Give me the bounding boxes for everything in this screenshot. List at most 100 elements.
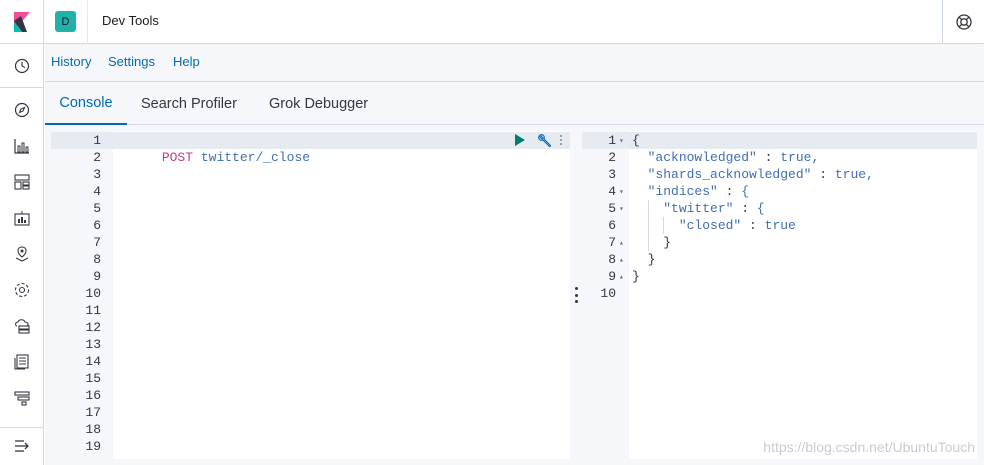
response-editor: 1 ▾{2 "acknowledged" : true, 3 "shards_ack… [582,131,977,459]
line-number-text: 10 [600,286,616,301]
code-token: "indices" [647,184,718,199]
request-editor[interactable]: 1 2 3 4 5 6 7 8 9 10 11 12 13 14 15 16 17 18 19 POST twitt… [51,131,570,459]
line-number-text: 8 [93,252,101,267]
line-number-text: 14 [85,354,101,369]
response-code-line: { [632,132,640,149]
line-number-text: 5 [93,201,101,216]
line-number-text: 1 [608,133,616,148]
discover-compass-icon[interactable] [12,100,32,120]
code-token: } [632,235,672,250]
history-link[interactable]: History [51,54,91,69]
line-number-text: 5 [608,201,616,216]
line-number-text: 1 [93,133,101,148]
line-number-text: 19 [85,439,101,454]
response-code-line: } [632,251,656,268]
request-path: twitter/_close [200,150,311,165]
line-number-text: 11 [85,303,101,318]
response-code-line: "twitter" : { [632,200,765,217]
line-number-text: 3 [93,167,101,182]
kibana-logo-icon[interactable] [0,0,44,44]
line-number-text: 3 [608,167,616,182]
fold-toggle-icon[interactable]: ▴ [619,238,624,248]
visualize-chart-icon[interactable] [12,136,32,156]
response-code-line: } [632,268,640,285]
line-number-text: 18 [85,422,101,437]
line-number-text: 9 [93,269,101,284]
logs-icon[interactable] [12,352,32,372]
infrastructure-icon[interactable] [12,316,32,336]
code-token: { [756,201,765,216]
line-number-text: 4 [93,184,101,199]
apm-icon[interactable] [12,388,32,408]
code-token: "acknowledged" [647,150,757,165]
line-number-text: 4 [608,184,616,199]
code-token: } [632,252,656,267]
request-method: POST [161,150,194,165]
line-number-text: 13 [85,337,101,352]
line-number-text: 16 [85,388,101,403]
code-token: { [741,184,750,199]
code-token: { [632,133,640,148]
response-code-line: "indices" : { [632,183,749,200]
code-token: } [632,269,640,284]
tab-grok-debugger[interactable]: Grok Debugger [269,82,368,125]
fold-toggle-icon[interactable]: ▾ [619,187,624,197]
tab-console[interactable]: Console [45,82,127,125]
console-workspace: 1 2 3 4 5 6 7 8 9 10 11 12 13 14 15 16 17 18 19 POST twitt… [45,125,984,465]
line-number-text: 10 [85,286,101,301]
line-number-text: 2 [93,150,101,165]
code-token: true [764,218,796,233]
play-icon[interactable] [514,133,526,151]
panel-resize-handle[interactable] [574,287,578,303]
line-number-text: 8 [608,252,616,267]
space-avatar[interactable]: D [55,11,76,32]
code-token: "closed" [678,218,742,233]
machine-learning-icon[interactable] [12,280,32,300]
maps-icon[interactable] [12,244,32,264]
dashboard-icon[interactable] [12,172,32,192]
active-line-highlight [582,132,977,149]
watermark: https://blog.csdn.net/UbuntuTouch [763,439,975,455]
line-number-text: 15 [85,371,101,386]
line-number-text: 6 [608,218,616,233]
canvas-icon[interactable] [12,208,32,228]
line-number-text: 12 [85,320,101,335]
line-number-text: 17 [85,405,101,420]
code-token: "shards_acknowledged" [647,167,812,182]
help-lifebuoy-icon[interactable] [942,0,984,44]
code-token: : [717,184,742,199]
settings-link[interactable]: Settings [108,54,155,69]
top-header: D Dev Tools [0,0,984,44]
fold-toggle-icon[interactable]: ▾ [619,136,624,146]
line-number-text: 6 [93,218,101,233]
recently-viewed-clock-icon[interactable] [12,56,32,76]
code-token: true, [834,167,874,182]
collapse-nav-icon[interactable] [12,436,32,456]
code-token: : [741,218,765,233]
fold-toggle-icon[interactable]: ▴ [619,255,624,265]
line-number-text: 9 [608,269,616,284]
line-number-text: 7 [608,235,616,250]
fold-toggle-icon[interactable]: ▴ [619,272,624,282]
response-code-line: } [632,234,671,251]
line-number-text: 2 [608,150,616,165]
tab-bar: Console Search Profiler Grok Debugger [45,82,984,125]
line-number-text: 7 [93,235,101,250]
help-link[interactable]: Help [173,54,200,69]
tab-search-profiler[interactable]: Search Profiler [141,82,237,125]
request-actions-handle[interactable] [560,135,562,145]
request-line-1: POST twitter/_close [115,132,310,165]
top-menu: History Settings Help [45,45,984,82]
side-navigation [0,44,44,465]
response-code-line: "acknowledged" : true, [632,149,820,166]
code-token: true, [780,150,820,165]
response-code-line: "closed" : true [632,217,796,234]
fold-toggle-icon[interactable]: ▾ [619,204,624,214]
code-token: "twitter" [663,201,734,216]
wrench-icon[interactable] [537,133,553,153]
nav-divider [0,87,44,88]
code-token: : [733,201,757,216]
